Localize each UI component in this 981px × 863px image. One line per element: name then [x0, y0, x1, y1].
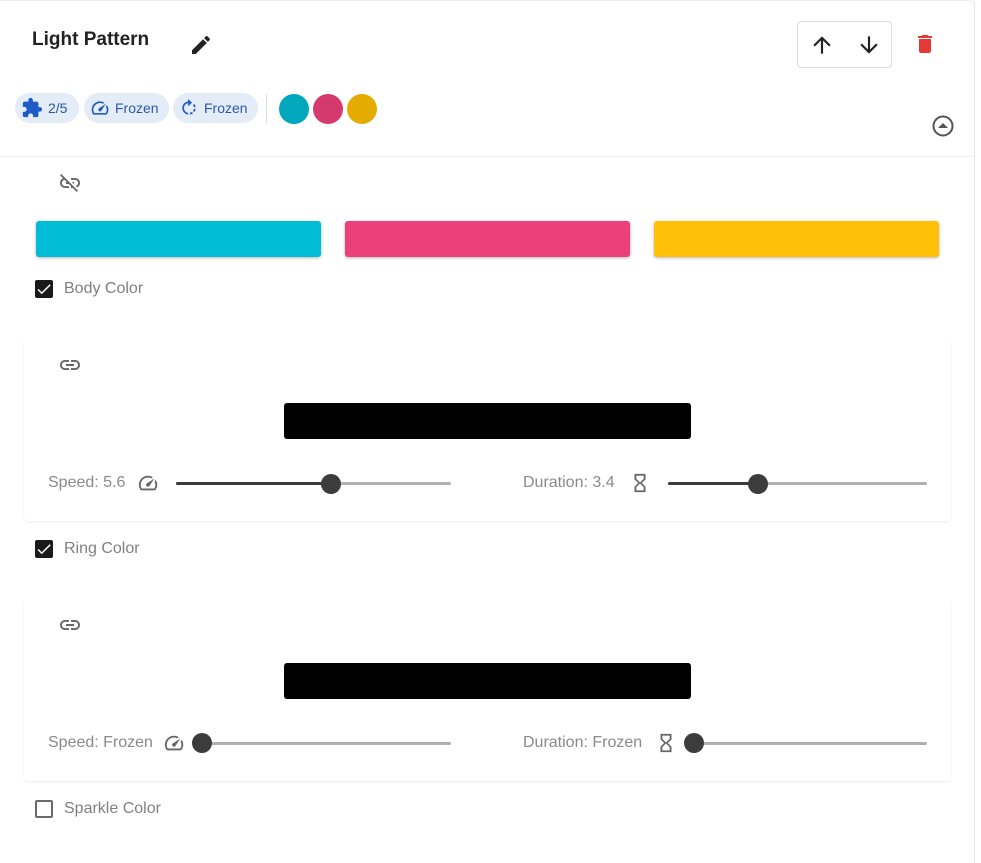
body-color-swatch-1[interactable] — [36, 221, 321, 257]
move-down-button[interactable] — [856, 32, 882, 58]
rotation-chip-label: Frozen — [204, 100, 248, 116]
speedometer-icon — [164, 735, 184, 751]
palette-dot-1[interactable] — [279, 94, 309, 124]
speed-slider-fill-1 — [176, 482, 331, 485]
palette-dot-3[interactable] — [347, 94, 377, 124]
gradient-preview-2[interactable] — [284, 663, 691, 699]
speed-chip[interactable]: Frozen — [84, 93, 169, 123]
move-up-button[interactable] — [809, 32, 835, 58]
pencil-icon — [192, 35, 211, 54]
speed-label-2: Speed: Frozen — [48, 734, 153, 751]
reorder-buttons — [797, 21, 892, 68]
speed-slider-thumb-1[interactable] — [321, 474, 341, 494]
header-divider — [0, 156, 975, 157]
speed-slider-thumb-2[interactable] — [192, 733, 212, 753]
chip-divider — [266, 94, 267, 124]
duration-label-2: Duration: Frozen — [523, 734, 643, 751]
body-color-swatch-3[interactable] — [654, 221, 939, 257]
speed-slider-1[interactable] — [176, 482, 451, 485]
duration-slider-thumb-2[interactable] — [684, 733, 704, 753]
body-color-checkbox[interactable] — [35, 280, 53, 298]
unlink-colors-button[interactable] — [58, 171, 82, 195]
duration-slider-thumb-1[interactable] — [748, 474, 768, 494]
speed-icon-2 — [163, 732, 185, 759]
sparkle-color-label: Sparkle Color — [64, 800, 161, 817]
speed-label-1: Speed: 5.6 — [48, 474, 126, 491]
rotation-chip[interactable]: Frozen — [173, 93, 258, 123]
palette-dot-2[interactable] — [313, 94, 343, 124]
duration-slider-fill-1 — [668, 482, 758, 485]
arrow-up-icon — [813, 36, 831, 54]
sparkle-color-checkbox[interactable] — [35, 800, 53, 818]
link-icon — [60, 360, 80, 370]
body-color-label: Body Color — [64, 280, 144, 297]
duration-slider-1[interactable] — [668, 482, 927, 485]
ring-color-checkbox[interactable] — [35, 540, 53, 558]
link-colors-button-2[interactable] — [58, 613, 82, 637]
hourglass-icon-2 — [655, 732, 677, 759]
duration-label-1: Duration: 3.4 — [523, 474, 615, 491]
speed-icon-1 — [137, 472, 159, 499]
duration-slider-2[interactable] — [694, 742, 927, 745]
link-icon — [60, 620, 80, 630]
light-pattern-card: Light Pattern 2/5 Frozen Frozen Body Col… — [0, 0, 975, 863]
edit-title-button[interactable] — [189, 33, 213, 57]
speedometer-icon — [138, 475, 158, 491]
collapse-button[interactable] — [931, 114, 955, 138]
chevron-up-circle-icon — [932, 115, 954, 137]
link-off-icon — [60, 174, 80, 192]
speed-slider-2[interactable] — [202, 742, 451, 745]
delete-button[interactable] — [913, 32, 937, 56]
layers-chip-label: 2/5 — [48, 100, 68, 116]
body-color-swatch-2[interactable] — [345, 221, 630, 257]
arrow-down-icon — [860, 36, 878, 54]
ring-color-label: Ring Color — [64, 540, 140, 557]
gradient-preview-1[interactable] — [284, 403, 691, 439]
link-colors-button-1[interactable] — [58, 353, 82, 377]
hourglass-icon-1 — [629, 472, 651, 499]
puzzle-icon — [22, 97, 43, 118]
rotate-icon — [182, 98, 196, 115]
hourglass-icon — [660, 733, 672, 753]
speed-chip-label: Frozen — [115, 100, 159, 116]
pattern-title: Light Pattern — [32, 29, 150, 50]
trash-icon — [918, 35, 932, 53]
layers-chip[interactable]: 2/5 — [15, 93, 79, 123]
check-icon — [37, 284, 51, 295]
hourglass-icon — [634, 473, 646, 493]
check-icon — [37, 544, 51, 555]
speedometer-icon — [91, 101, 109, 115]
